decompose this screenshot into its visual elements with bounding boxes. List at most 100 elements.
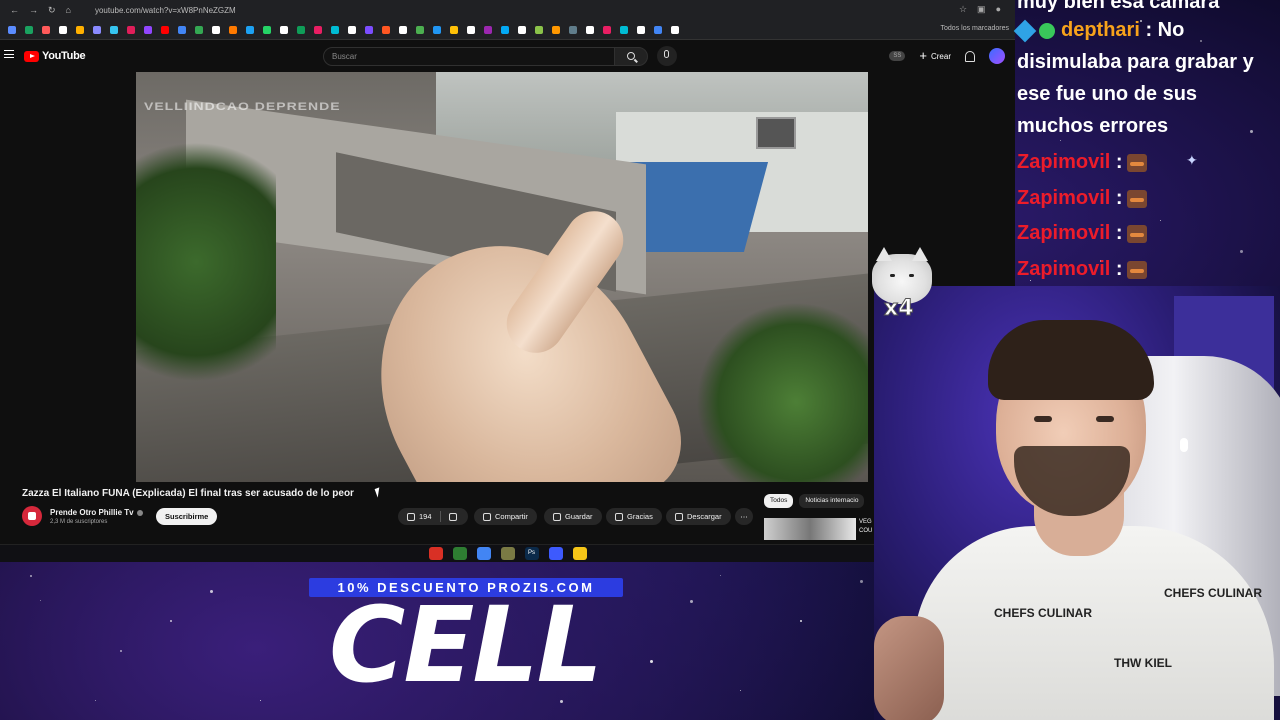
home-icon[interactable]: ⌂ xyxy=(66,5,71,15)
bookmark-favicon-icon[interactable] xyxy=(399,25,407,34)
emote-icon xyxy=(1126,153,1147,172)
like-icon[interactable] xyxy=(407,512,415,521)
bookmark-favicon-icon[interactable] xyxy=(518,25,526,34)
plus-icon: + xyxy=(919,48,927,63)
folder-icon[interactable] xyxy=(572,547,587,560)
bookmark-favicon-icon[interactable] xyxy=(484,25,492,34)
bookmark-favicon-icon[interactable] xyxy=(263,25,271,34)
bookmark-favicon-icon[interactable] xyxy=(25,25,33,34)
save-button[interactable]: Guardar xyxy=(544,508,602,525)
forward-icon[interactable]: → xyxy=(29,5,38,15)
profile-icon[interactable]: ● xyxy=(996,4,1001,15)
create-button[interactable]: + Crear xyxy=(919,48,951,63)
bookmark-favicon-icon[interactable] xyxy=(671,25,679,34)
photoshop-icon[interactable]: Ps xyxy=(524,547,539,560)
star xyxy=(650,660,653,663)
bookmark-favicon-icon[interactable] xyxy=(59,25,67,34)
bookmark-favicon-icon[interactable] xyxy=(110,25,118,34)
search-input[interactable]: Buscar xyxy=(323,47,615,66)
bookmark-favicon-icon[interactable] xyxy=(365,25,373,34)
bookmark-favicon-icon[interactable] xyxy=(416,25,424,34)
chat-username: Zapimovil xyxy=(1017,222,1111,244)
bookmark-favicon-icon[interactable] xyxy=(161,25,169,34)
dislike-icon[interactable] xyxy=(448,512,457,521)
bookmark-favicon-icon[interactable] xyxy=(229,25,237,34)
account-avatar[interactable] xyxy=(989,48,1005,64)
earbud-icon xyxy=(1180,438,1188,452)
app-red-icon[interactable] xyxy=(428,547,443,560)
bookmark-favicon-icon[interactable] xyxy=(127,25,135,34)
bookmark-favicon-icon[interactable] xyxy=(603,25,611,34)
chip-news[interactable]: Noticias internacio xyxy=(799,494,865,508)
bookmark-favicon-icon[interactable] xyxy=(620,25,628,34)
app-tool-icon[interactable] xyxy=(500,547,515,560)
recommended-title[interactable]: VEG COU xyxy=(859,518,872,536)
bookmark-favicon-icon[interactable] xyxy=(195,25,203,34)
chat-message: Zapimovil : xyxy=(1017,146,1147,178)
thanks-icon xyxy=(615,512,623,521)
download-button[interactable]: Descargar xyxy=(666,508,731,525)
recommended-thumbnail[interactable] xyxy=(764,518,856,540)
create-label: Crear xyxy=(930,51,951,61)
bookmark-favicon-icon[interactable] xyxy=(42,25,50,34)
filter-chips: Todos Noticias internacio xyxy=(764,494,865,508)
chrome-icon[interactable] xyxy=(476,547,491,560)
more-options-button[interactable]: ⋯ xyxy=(735,508,753,525)
emote-multiplier: x4 xyxy=(884,296,914,322)
thanks-label: Gracias xyxy=(627,512,653,521)
bookmark-favicon-icon[interactable] xyxy=(297,25,305,34)
bookmark-favicon-icon[interactable] xyxy=(552,25,560,34)
bookmarks-folder[interactable]: Todos los marcadores xyxy=(941,25,1009,32)
video-watermark: VELLIINDCAO DEPRENDE xyxy=(144,99,341,113)
search-button[interactable] xyxy=(614,47,648,66)
star xyxy=(170,620,172,622)
bookmark-favicon-icon[interactable] xyxy=(8,25,16,34)
bookmark-favicon-icon[interactable] xyxy=(144,25,152,34)
chat-username: Zapimovil xyxy=(1017,187,1111,209)
bookmark-favicon-icon[interactable] xyxy=(433,25,441,34)
bookmark-favicon-icon[interactable] xyxy=(467,25,475,34)
bookmark-favicon-icon[interactable] xyxy=(76,25,84,34)
voice-search-button[interactable] xyxy=(657,46,677,66)
share-label: Compartir xyxy=(495,512,528,521)
bookmark-favicon-icon[interactable] xyxy=(93,25,101,34)
star xyxy=(40,600,41,601)
bookmark-favicon-icon[interactable] xyxy=(501,25,509,34)
back-icon[interactable]: ← xyxy=(10,5,19,15)
bookmark-favicon-icon[interactable] xyxy=(382,25,390,34)
like-count: 194 xyxy=(419,512,432,521)
bookmark-favicon-icon[interactable] xyxy=(246,25,254,34)
url-text[interactable]: youtube.com/watch?v=xW8PnNeZGZM xyxy=(95,6,236,15)
star xyxy=(260,700,261,701)
reload-icon[interactable]: ↻ xyxy=(48,5,56,16)
bookmark-favicon-icon[interactable] xyxy=(314,25,322,34)
bookmark-favicon-icon[interactable] xyxy=(637,25,645,34)
star xyxy=(720,575,721,576)
share-button[interactable]: Compartir xyxy=(474,508,537,525)
bookmark-favicon-icon[interactable] xyxy=(535,25,543,34)
chat-message-cont: muchos errores xyxy=(1017,115,1169,137)
bookmark-favicon-icon[interactable] xyxy=(348,25,356,34)
star-icon[interactable]: ☆ xyxy=(959,4,967,15)
thanks-button[interactable]: Gracias xyxy=(606,508,662,525)
channel-name[interactable]: Prende Otro Phillie Tv xyxy=(50,508,143,517)
bookmark-favicon-icon[interactable] xyxy=(212,25,220,34)
chip-all[interactable]: Todos xyxy=(764,494,794,508)
subscribe-button[interactable]: Suscribirme xyxy=(156,508,218,525)
bookmark-favicon-icon[interactable] xyxy=(331,25,339,34)
bookmark-favicon-icon[interactable] xyxy=(450,25,458,34)
app-green-icon[interactable] xyxy=(452,547,467,560)
bookmark-favicon-icon[interactable] xyxy=(569,25,577,34)
bookmark-favicon-icon[interactable] xyxy=(654,25,662,34)
bookmark-favicon-icon[interactable] xyxy=(586,25,594,34)
bookmark-favicon-icon[interactable] xyxy=(178,25,186,34)
notifications-bell-icon[interactable] xyxy=(965,50,975,62)
hamburger-menu-icon[interactable] xyxy=(4,50,14,58)
app-globe-icon[interactable] xyxy=(548,547,563,560)
channel-avatar[interactable] xyxy=(22,506,42,526)
extensions-icon[interactable]: ▣ xyxy=(977,4,986,15)
stream-chat: muy bien esa cámara depthari : No disimu… xyxy=(1013,0,1280,290)
video-player[interactable]: VELLIINDCAO DEPRENDE xyxy=(136,72,868,482)
youtube-logo[interactable]: YouTube xyxy=(24,50,86,62)
bookmark-favicon-icon[interactable] xyxy=(280,25,288,34)
